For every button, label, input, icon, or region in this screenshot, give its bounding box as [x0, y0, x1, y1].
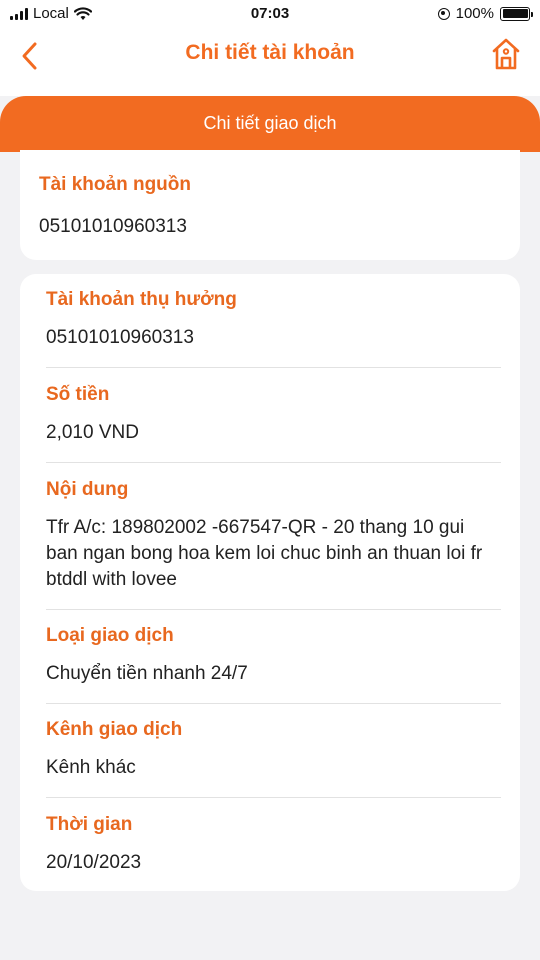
- detail-row-channel: Kênh giao dịch Kênh khác: [46, 719, 500, 781]
- status-bar: Local 07:03 100%: [0, 0, 540, 28]
- amount-label: Số tiền: [46, 384, 110, 405]
- page-title: Chi tiết tài khoản: [185, 41, 355, 64]
- transaction-detail-card: Tài khoản thụ hưởng 05101010960313 Số ti…: [20, 274, 520, 891]
- divider: [46, 462, 501, 463]
- detail-row-beneficiary: Tài khoản thụ hưởng 05101010960313: [46, 289, 500, 351]
- channel-label: Kênh giao dịch: [46, 719, 183, 740]
- divider: [46, 367, 501, 368]
- channel-value: Kênh khác: [46, 757, 136, 778]
- source-account-label: Tài khoản nguồn: [39, 174, 191, 195]
- detail-row-amount: Số tiền 2,010 VND: [46, 384, 500, 446]
- content-value: Tfr A/c: 189802002 -667547-QR - 20 thang…: [46, 517, 483, 590]
- transaction-type-value: Chuyển tiền nhanh 24/7: [46, 663, 248, 684]
- home-icon: [492, 38, 520, 70]
- battery-group: 100%: [437, 5, 533, 22]
- detail-row-type: Loại giao dịch Chuyển tiền nhanh 24/7: [46, 625, 500, 687]
- divider: [46, 609, 501, 610]
- divider: [46, 703, 501, 704]
- time-label: Thời gian: [46, 814, 133, 835]
- beneficiary-label: Tài khoản thụ hưởng: [46, 289, 237, 310]
- amount-value: 2,010 VND: [46, 422, 139, 443]
- transaction-type-label: Loại giao dịch: [46, 625, 174, 646]
- detail-row-content: Nội dung Tfr A/c: 189802002 -667547-QR -…: [46, 479, 500, 593]
- source-account-card: Tài khoản nguồn 05101010960313: [20, 150, 520, 260]
- battery-percent: 100%: [455, 5, 494, 22]
- rotation-lock-icon: [437, 7, 450, 20]
- section-title: Chi tiết giao dịch: [203, 113, 337, 133]
- time-value: 20/10/2023: [46, 852, 142, 873]
- home-button[interactable]: [490, 37, 522, 71]
- content-label: Nội dung: [46, 479, 129, 500]
- detail-row-time: Thời gian 20/10/2023: [46, 814, 500, 876]
- source-account-value: 05101010960313: [39, 216, 187, 237]
- battery-icon: [500, 6, 533, 21]
- section-header: Chi tiết giao dịch: [0, 96, 540, 152]
- divider: [46, 797, 501, 798]
- app-header: Chi tiết tài khoản: [0, 28, 540, 96]
- beneficiary-value: 05101010960313: [46, 327, 194, 348]
